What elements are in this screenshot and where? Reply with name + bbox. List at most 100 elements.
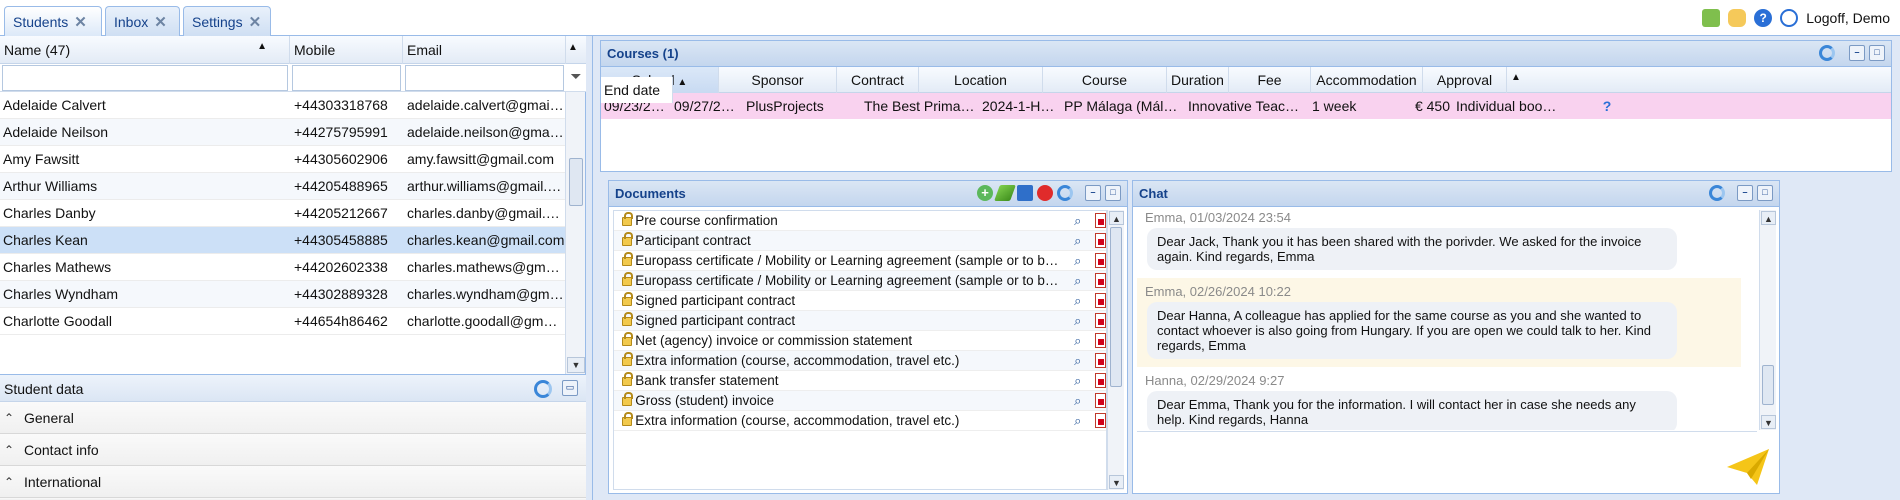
- refresh-icon[interactable]: [1819, 45, 1835, 61]
- vertical-splitter[interactable]: [586, 36, 593, 500]
- column-header[interactable]: Contract: [837, 67, 919, 93]
- scroll-up-icon[interactable]: ▲: [1507, 67, 1525, 93]
- table-row[interactable]: Amy Fawsitt +44305602906 amy.fawsitt@gmail…: [0, 146, 566, 173]
- course-row[interactable]: 09/23/2024 09/27/2024 PlusProjects The Best…: [601, 93, 1891, 119]
- add-icon[interactable]: +: [977, 185, 993, 201]
- tab-settings[interactable]: Settings ✕: [183, 6, 271, 36]
- chat-bubbles-icon[interactable]: [1728, 9, 1747, 27]
- magnifier-icon[interactable]: ⌕: [1074, 353, 1087, 368]
- magnifier-icon[interactable]: ⌕: [1074, 393, 1087, 408]
- power-icon[interactable]: [1780, 9, 1799, 27]
- scroll-thumb[interactable]: [1762, 365, 1774, 405]
- refresh-icon[interactable]: [534, 380, 552, 398]
- magnifier-icon[interactable]: ⌕: [1074, 233, 1087, 248]
- pdf-download-icon[interactable]: [1094, 393, 1106, 408]
- magnifier-icon[interactable]: ⌕: [1074, 373, 1087, 388]
- delete-icon[interactable]: [1037, 185, 1053, 201]
- table-row[interactable]: Adelaide Calvert +44303318768 adelaide.cal…: [0, 92, 566, 119]
- pdf-download-icon[interactable]: [1094, 213, 1106, 228]
- send-icon[interactable]: [1727, 449, 1769, 485]
- refresh-icon[interactable]: [1709, 185, 1725, 201]
- list-item[interactable]: Signed participant contract ⌕: [614, 291, 1106, 311]
- close-icon[interactable]: ✕: [154, 13, 167, 31]
- edit-icon[interactable]: [994, 185, 1016, 201]
- pdf-download-icon[interactable]: [1094, 253, 1106, 268]
- logoff-link[interactable]: Logoff, Demo: [1806, 10, 1890, 26]
- list-item[interactable]: Extra information (course, accommodation…: [614, 411, 1106, 431]
- filter-mobile-input[interactable]: [292, 65, 401, 91]
- tab-students[interactable]: Students ✕: [4, 6, 102, 37]
- pdf-download-icon[interactable]: [1094, 313, 1106, 328]
- scroll-down-icon[interactable]: ▼: [1109, 475, 1124, 489]
- column-email[interactable]: Email: [403, 36, 566, 64]
- scroll-down-icon[interactable]: ▼: [1761, 415, 1776, 429]
- table-row[interactable]: Arthur Williams +44205488965 arthur.willia…: [0, 173, 566, 200]
- chat-scrollbar[interactable]: ▲ ▼: [1759, 210, 1776, 430]
- magnifier-icon[interactable]: ⌕: [1074, 313, 1087, 328]
- minimize-icon[interactable]: –: [1085, 185, 1101, 201]
- column-header[interactable]: Duration: [1167, 67, 1229, 93]
- table-row[interactable]: Charles Wyndham +44302889328 charles.wyndh…: [0, 281, 566, 308]
- column-header[interactable]: End date: [601, 77, 673, 103]
- documents-scrollbar[interactable]: ▲ ▼: [1107, 210, 1124, 490]
- list-item[interactable]: Gross (student) invoice ⌕: [614, 391, 1106, 411]
- minimize-icon[interactable]: –: [1737, 185, 1753, 201]
- column-header[interactable]: Sponsor: [719, 67, 837, 93]
- filter-icon[interactable]: ⏷: [566, 64, 586, 91]
- magnifier-icon[interactable]: ⌕: [1074, 413, 1087, 428]
- pdf-download-icon[interactable]: [1094, 413, 1106, 428]
- tab-inbox[interactable]: Inbox ✕: [105, 6, 180, 36]
- filter-email-input[interactable]: [405, 65, 564, 91]
- download-icon[interactable]: [1702, 9, 1721, 27]
- pdf-download-icon[interactable]: [1094, 273, 1106, 288]
- students-scrollbar[interactable]: ▼: [565, 92, 585, 374]
- maximize-icon[interactable]: □: [1105, 185, 1121, 201]
- list-item[interactable]: Extra information (course, accommodation…: [614, 351, 1106, 371]
- chat-input[interactable]: [1137, 431, 1757, 491]
- close-icon[interactable]: ✕: [249, 13, 262, 31]
- column-mobile[interactable]: Mobile: [290, 36, 403, 64]
- maximize-icon[interactable]: □: [1869, 45, 1885, 61]
- pdf-download-icon[interactable]: [1094, 293, 1106, 308]
- minimize-icon[interactable]: –: [1849, 45, 1865, 61]
- section-contact-info[interactable]: ⌃ Contact info: [0, 434, 586, 466]
- table-row[interactable]: Charles Kean +44305458885 charles.kean@gma…: [0, 227, 566, 254]
- list-item[interactable]: Bank transfer statement ⌕: [614, 371, 1106, 391]
- table-row[interactable]: Charlotte Goodall +44654h86462 charlotte.g…: [0, 308, 566, 335]
- magnifier-icon[interactable]: ⌕: [1074, 253, 1087, 268]
- table-row[interactable]: Charles Danby +44205212667 charles.danby@g…: [0, 200, 566, 227]
- pdf-download-icon[interactable]: [1094, 233, 1106, 248]
- column-header[interactable]: Accommodation: [1311, 67, 1423, 93]
- pdf-download-icon[interactable]: [1094, 333, 1106, 348]
- column-header[interactable]: Location: [919, 67, 1043, 93]
- maximize-icon[interactable]: □: [1757, 185, 1773, 201]
- list-item[interactable]: Participant contract ⌕: [614, 231, 1106, 251]
- column-header[interactable]: Approval: [1423, 67, 1507, 93]
- pdf-download-icon[interactable]: [1094, 373, 1106, 388]
- column-name[interactable]: Name (47) ▲: [0, 36, 290, 64]
- pdf-download-icon[interactable]: [1094, 353, 1106, 368]
- list-item[interactable]: Net (agency) invoice or commission state…: [614, 331, 1106, 351]
- list-item[interactable]: Europass certificate / Mobility or Learn…: [614, 251, 1106, 271]
- filter-name-input[interactable]: [2, 65, 288, 91]
- magnifier-icon[interactable]: ⌕: [1074, 293, 1087, 308]
- scroll-thumb[interactable]: [1110, 227, 1122, 387]
- scroll-up-icon[interactable]: ▲: [566, 36, 586, 64]
- help-icon[interactable]: ?: [1754, 9, 1773, 27]
- magnifier-icon[interactable]: ⌕: [1074, 213, 1087, 228]
- table-row[interactable]: Charles Mathews +44202602338 charles.mathe…: [0, 254, 566, 281]
- magnifier-icon[interactable]: ⌕: [1074, 273, 1087, 288]
- save-icon[interactable]: [1017, 185, 1033, 201]
- scroll-up-icon[interactable]: ▲: [1109, 211, 1124, 225]
- list-item[interactable]: Pre course confirmation ⌕: [614, 211, 1106, 231]
- section-general[interactable]: ⌃ General: [0, 402, 586, 434]
- scroll-up-icon[interactable]: ▲: [1761, 211, 1776, 225]
- minimize-icon[interactable]: ▭: [562, 380, 578, 396]
- section-international[interactable]: ⌃ International: [0, 466, 586, 498]
- list-item[interactable]: Signed participant contract ⌕: [614, 311, 1106, 331]
- table-row[interactable]: Adelaide Neilson +44275795991 adelaide.nei…: [0, 119, 566, 146]
- column-header[interactable]: Course: [1043, 67, 1167, 93]
- list-item[interactable]: Europass certificate / Mobility or Learn…: [614, 271, 1106, 291]
- scroll-thumb[interactable]: [568, 158, 583, 206]
- close-icon[interactable]: ✕: [74, 13, 87, 31]
